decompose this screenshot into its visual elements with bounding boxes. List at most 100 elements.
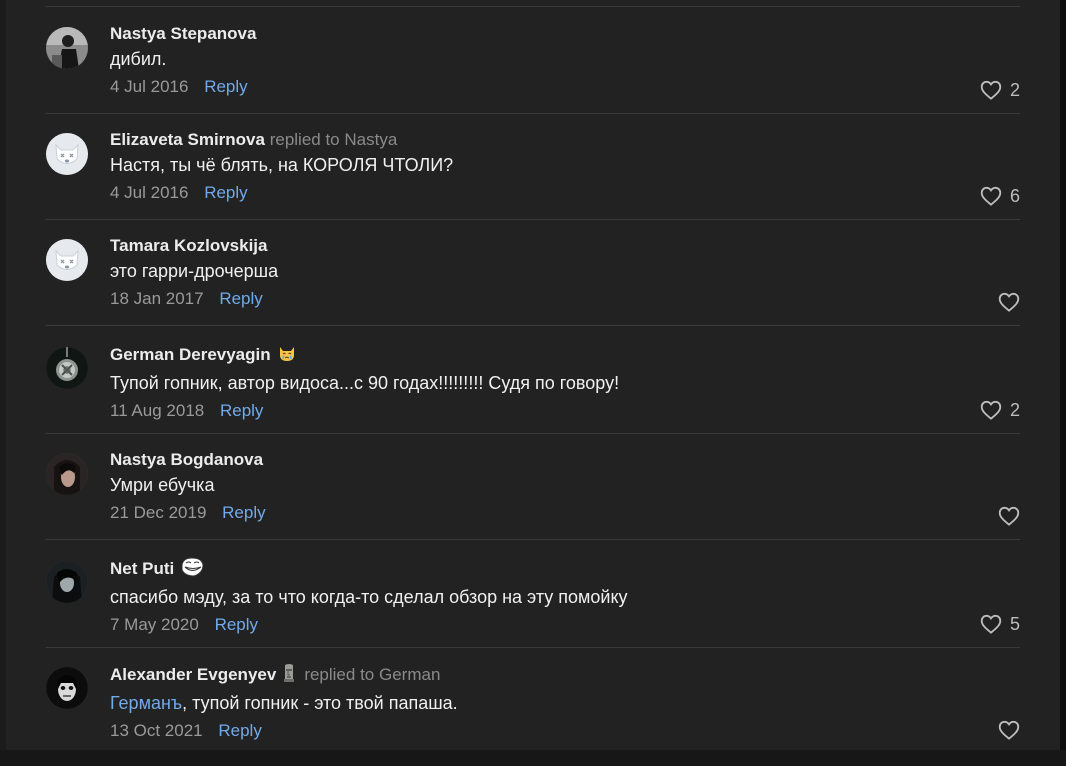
avatar[interactable] xyxy=(46,133,88,175)
comment-item: Alexander Evgenyev replied to German Гер… xyxy=(46,647,1020,753)
mention-link[interactable]: Германъ xyxy=(110,693,182,713)
comment-body: , тупой гопник - это твой папаша. xyxy=(182,693,458,713)
avatar[interactable] xyxy=(46,561,88,603)
comment-body: Тупой гопник, автор видоса...с 90 годах!… xyxy=(110,373,620,393)
reply-button[interactable]: Reply xyxy=(222,503,265,522)
like-button[interactable] xyxy=(998,718,1020,742)
pendant-photo-icon xyxy=(46,347,88,389)
avatar-photo-icon xyxy=(46,453,88,495)
comment-divider xyxy=(46,539,1020,540)
like-button[interactable]: 5 xyxy=(980,612,1020,636)
comment-text: это гарри-дрочерша xyxy=(110,257,950,285)
reply-button[interactable]: Reply xyxy=(204,77,247,96)
author-name[interactable]: Nastya Bogdanova xyxy=(110,450,263,469)
author-name[interactable]: Alexander Evgenyev xyxy=(110,665,276,684)
comment-meta: 11 Aug 2018 Reply xyxy=(110,397,950,425)
avatar[interactable] xyxy=(46,453,88,495)
comment-meta: 18 Jan 2017 Reply xyxy=(110,285,950,313)
comment-item: Tamara Kozlovskija это гарри-дрочерша 18… xyxy=(46,219,1020,325)
comments-panel: Nastya Stepanova дибил. 4 Jul 2016 Reply… xyxy=(6,0,1060,750)
deactivated-dog-icon xyxy=(46,239,88,281)
comment-text: Тупой гопник, автор видоса...с 90 годах!… xyxy=(110,369,950,397)
avatar-photo-icon xyxy=(46,27,88,69)
comment-header: Net Puti xyxy=(110,557,950,583)
comment-meta: 13 Oct 2021 Reply xyxy=(110,717,950,745)
comment-text: Настя, ты чё блять, на КОРОЛЯ ЧТОЛИ? xyxy=(110,151,950,179)
comment-text: дибил. xyxy=(110,45,950,73)
comment-date[interactable]: 4 Jul 2016 xyxy=(110,183,188,202)
trollface-emoji-icon xyxy=(180,557,204,583)
like-button[interactable]: 2 xyxy=(980,398,1020,422)
comment-body: Настя, ты чё блять, на КОРОЛЯ ЧТОЛИ? xyxy=(110,155,454,175)
comment-body: это гарри-дрочерша xyxy=(110,261,279,281)
replied-to-name[interactable]: Nastya xyxy=(344,130,397,149)
author-name[interactable]: Nastya Stepanova xyxy=(110,24,256,43)
author-name[interactable]: Elizaveta Smirnova xyxy=(110,130,265,149)
like-button[interactable]: 6 xyxy=(980,184,1020,208)
author-name[interactable]: Net Puti xyxy=(110,559,174,578)
heart-icon xyxy=(998,720,1020,740)
comment-text: Германъ, тупой гопник - это твой папаша. xyxy=(110,689,950,717)
replied-to-label: replied to xyxy=(269,130,340,149)
comment-header: Nastya Stepanova xyxy=(110,23,950,45)
author-name[interactable]: Tamara Kozlovskija xyxy=(110,236,267,255)
comment-meta: 4 Jul 2016 Reply xyxy=(110,73,950,101)
avatar[interactable] xyxy=(46,667,88,709)
comment-header: Tamara Kozlovskija xyxy=(110,235,950,257)
avatar[interactable] xyxy=(46,27,88,69)
comment-header: German Derevyagin xyxy=(110,343,950,369)
like-button[interactable] xyxy=(998,504,1020,528)
comment-divider xyxy=(46,325,1020,326)
comment-meta: 21 Dec 2019 Reply xyxy=(110,499,950,527)
comment-item: Net Puti спасибо мэду, за то что когда-т… xyxy=(46,541,1020,647)
heart-icon xyxy=(980,186,1002,206)
reply-button[interactable]: Reply xyxy=(204,183,247,202)
reply-button[interactable]: Reply xyxy=(219,289,262,308)
heart-icon xyxy=(998,506,1020,526)
avatar-photo-icon xyxy=(46,667,88,709)
comment-date[interactable]: 18 Jan 2017 xyxy=(110,289,204,308)
like-count: 2 xyxy=(1009,79,1020,100)
crying-cat-emoji-icon xyxy=(277,343,297,369)
comment-item: Elizaveta Smirnova replied to Nastya Нас… xyxy=(46,113,1020,219)
comment-date[interactable]: 7 May 2020 xyxy=(110,615,199,634)
comment-text: спасибо мэду, за то что когда-то сделал … xyxy=(110,583,950,611)
comment-meta: 7 May 2020 Reply xyxy=(110,611,950,639)
comment-header: Nastya Bogdanova xyxy=(110,449,950,471)
reply-button[interactable]: Reply xyxy=(215,615,258,634)
like-button[interactable] xyxy=(998,290,1020,314)
comment-header: Alexander Evgenyev replied to German xyxy=(110,663,950,689)
comment-text: Умри ебучка xyxy=(110,471,950,499)
comment-date[interactable]: 11 Aug 2018 xyxy=(110,401,204,420)
like-count: 6 xyxy=(1009,185,1020,206)
comment-body: спасибо мэду, за то что когда-то сделал … xyxy=(110,587,628,607)
heart-icon xyxy=(980,80,1002,100)
deactivated-dog-icon xyxy=(46,133,88,175)
avatar-photo-icon xyxy=(46,561,88,603)
author-name[interactable]: German Derevyagin xyxy=(110,345,271,364)
moai-emoji-icon xyxy=(282,663,296,689)
right-edge xyxy=(1060,0,1066,766)
comment-body: Умри ебучка xyxy=(110,475,215,495)
avatar[interactable] xyxy=(46,239,88,281)
comment-header: Elizaveta Smirnova replied to Nastya xyxy=(110,129,950,151)
comment-item: Nastya Stepanova дибил. 4 Jul 2016 Reply… xyxy=(46,7,1020,113)
replied-to-name[interactable]: German xyxy=(379,665,440,684)
comment-body: дибил. xyxy=(110,49,167,69)
heart-icon xyxy=(980,614,1002,634)
heart-icon xyxy=(998,292,1020,312)
comment-date[interactable]: 4 Jul 2016 xyxy=(110,77,188,96)
like-button[interactable]: 2 xyxy=(980,78,1020,102)
comment-meta: 4 Jul 2016 Reply xyxy=(110,179,950,207)
reply-button[interactable]: Reply xyxy=(218,721,261,740)
comment-date[interactable]: 13 Oct 2021 xyxy=(110,721,203,740)
like-count: 5 xyxy=(1009,613,1020,634)
comment-item: Nastya Bogdanova Умри ебучка 21 Dec 2019… xyxy=(46,433,1020,539)
replied-to-label: replied to xyxy=(304,665,375,684)
comment-item: German Derevyagin Тупой гопник, автор ви… xyxy=(46,327,1020,433)
like-count: 2 xyxy=(1009,399,1020,420)
comment-date[interactable]: 21 Dec 2019 xyxy=(110,503,206,522)
avatar[interactable] xyxy=(46,347,88,389)
reply-button[interactable]: Reply xyxy=(220,401,263,420)
heart-icon xyxy=(980,400,1002,420)
